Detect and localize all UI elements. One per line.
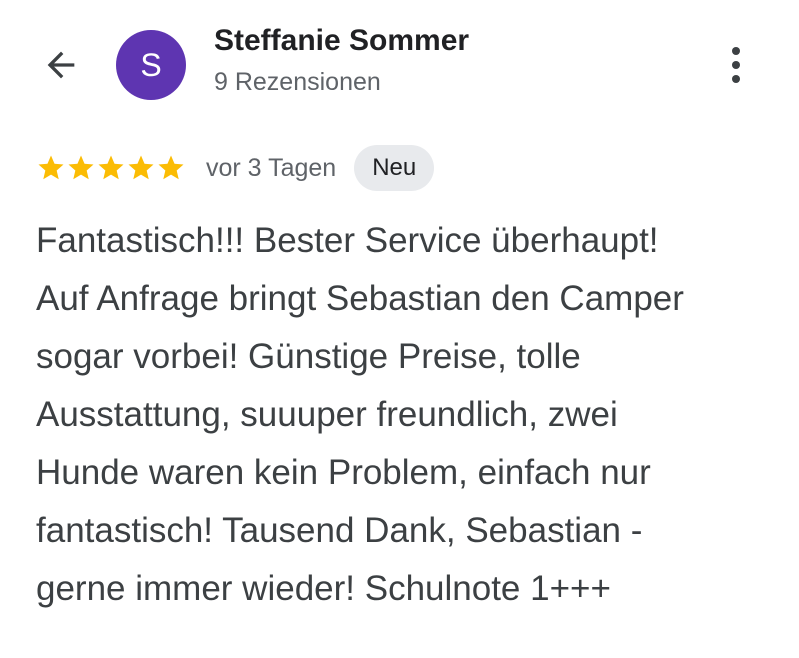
arrow-back-icon [47, 51, 75, 79]
new-badge: Neu [354, 145, 435, 191]
star-icon [68, 155, 94, 180]
review-date: vor 3 Tagen [206, 153, 337, 182]
review-text-line: sogar vorbei! Günstige Preise, tolle [36, 337, 581, 376]
review-text: Fantastisch!!! Bester Service überhaupt!… [36, 212, 776, 618]
star-icon [38, 155, 64, 180]
review-header: S Steffanie Sommer 9 Rezensionen [0, 0, 799, 130]
avatar[interactable]: S [116, 30, 186, 100]
star-rating [36, 153, 186, 183]
back-button[interactable] [36, 42, 86, 88]
star-icon [158, 155, 184, 180]
review-meta: vor 3 Tagen Neu [36, 144, 435, 192]
review-text-line: gerne immer wieder! Schulnote 1+++ [36, 569, 611, 608]
star-icon [128, 155, 154, 180]
avatar-initial: S [140, 46, 162, 83]
reviews-count[interactable]: 9 Rezensionen [214, 68, 381, 97]
review-text-line: Fantastisch!!! Bester Service überhaupt! [36, 221, 659, 260]
star-icon [98, 155, 124, 180]
more-options-button[interactable] [716, 40, 756, 90]
review-text-line: Ausstattung, suuuper freundlich, zwei [36, 395, 618, 434]
review-text-line: Auf Anfrage bringt Sebastian den Camper [36, 279, 684, 318]
review-text-line: fantastisch! Tausend Dank, Sebastian - [36, 511, 643, 550]
reviewer-name[interactable]: Steffanie Sommer [214, 24, 469, 58]
review-text-line: Hunde waren kein Problem, einfach nur [36, 453, 651, 492]
more-vertical-icon [732, 47, 740, 83]
